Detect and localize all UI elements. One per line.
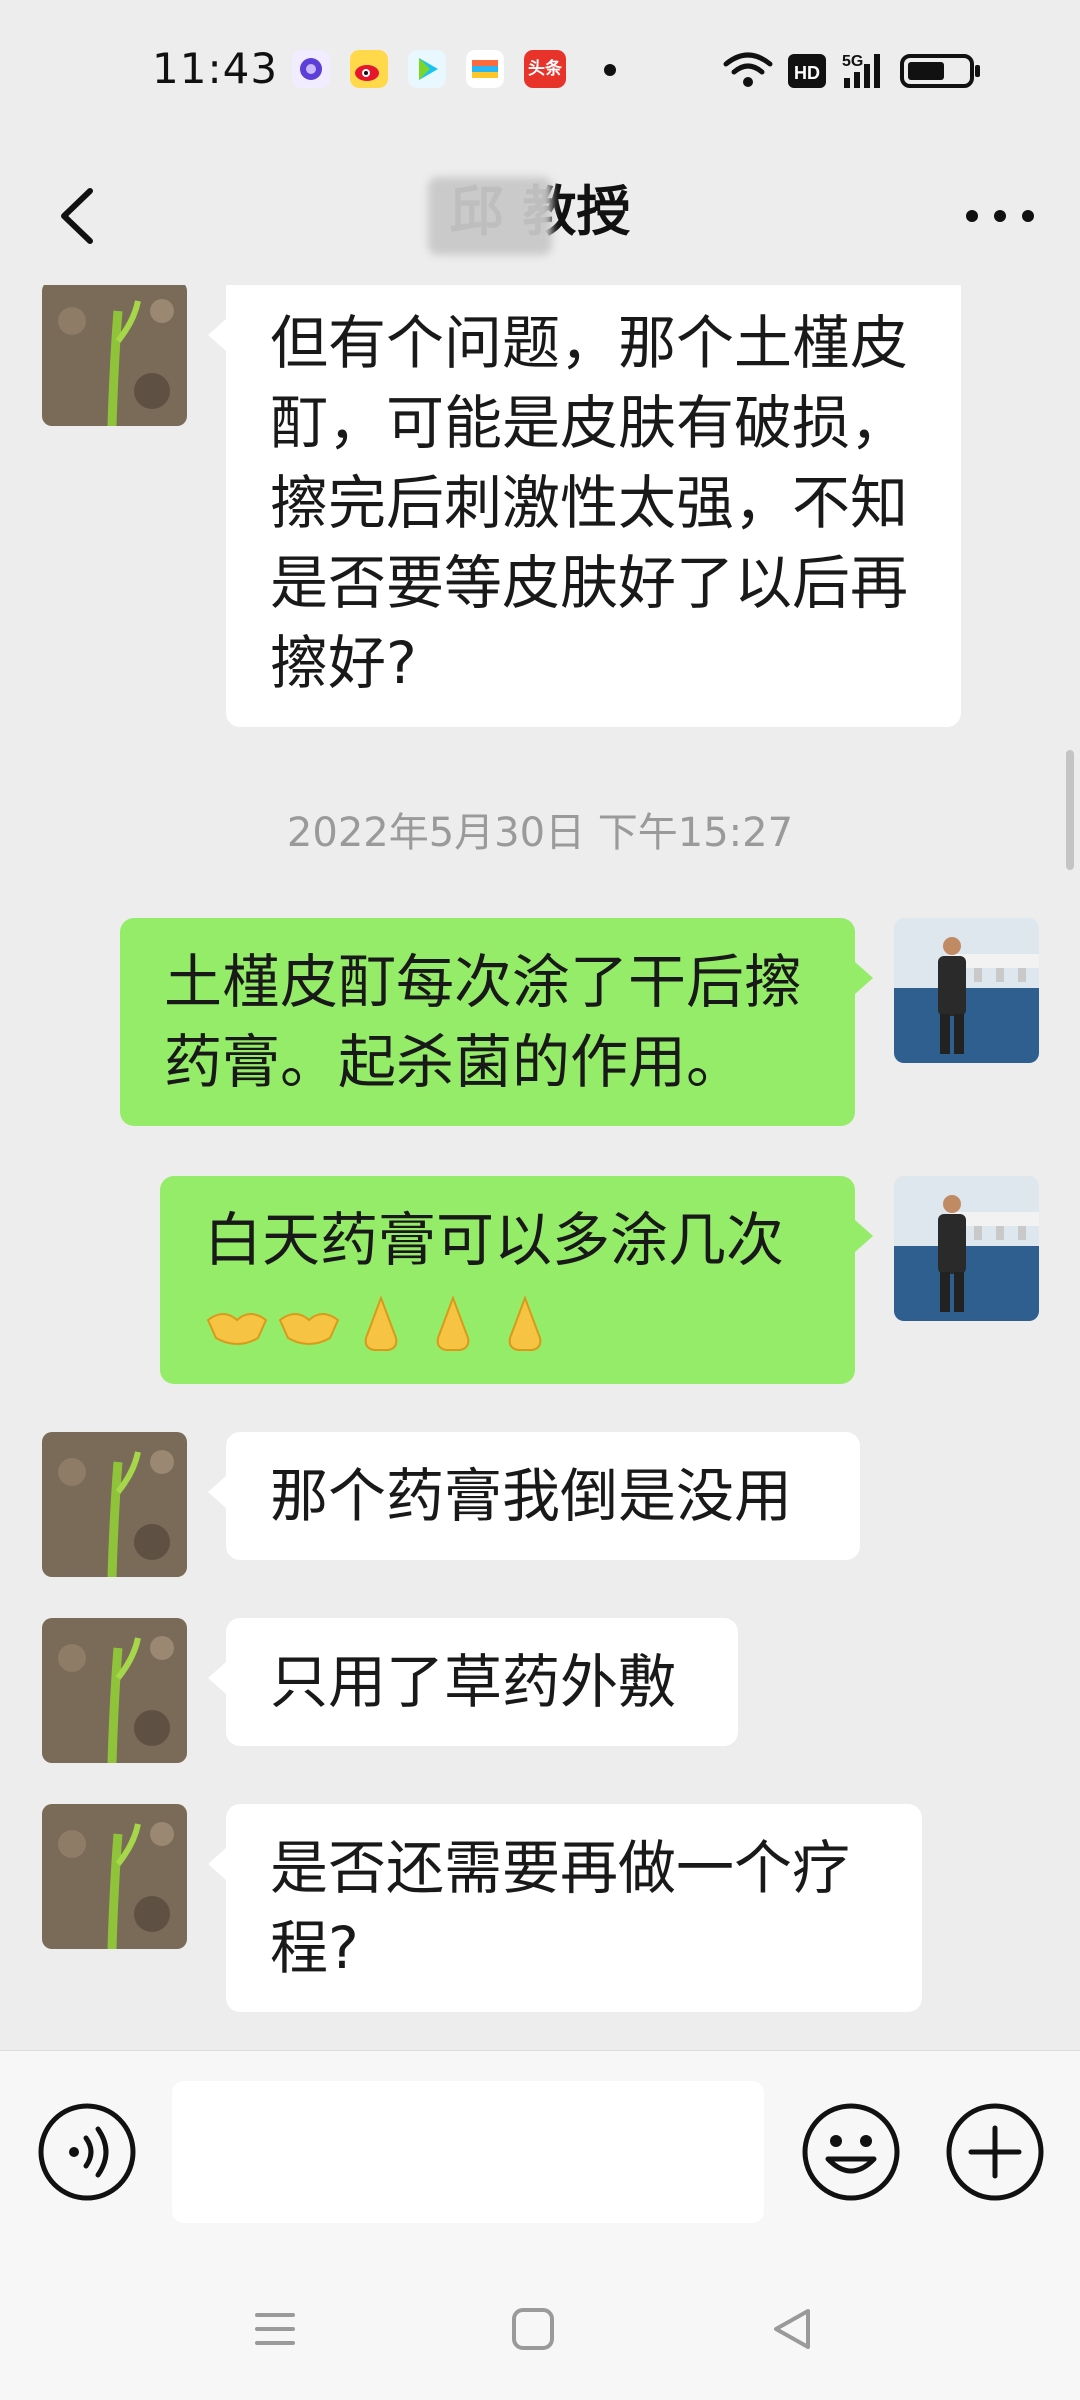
sprout-photo bbox=[42, 1804, 187, 1949]
chat-title: 邱 教授 bbox=[0, 167, 1080, 255]
sprout-photo bbox=[42, 1618, 187, 1763]
handshake-emoji bbox=[206, 1312, 268, 1345]
home-icon[interactable] bbox=[502, 2301, 562, 2357]
lake-portrait-photo bbox=[894, 1176, 1039, 1321]
message-bubble-outgoing[interactable]: 土槿皮酊每次涂了干后擦药膏。起杀菌的作用。 bbox=[120, 918, 873, 1126]
contact-avatar[interactable] bbox=[42, 1618, 187, 1763]
clock: 11:43 bbox=[152, 44, 279, 93]
recent-apps-icon[interactable] bbox=[245, 2301, 305, 2357]
toutiao-icon: 头条 bbox=[524, 50, 566, 88]
purple-app-icon bbox=[292, 50, 330, 88]
folded-hands-emoji bbox=[436, 1295, 470, 1351]
message-text: 是否还需要再做一个疗程? bbox=[270, 1834, 851, 1982]
message-text: 白天药膏可以多涂几次 bbox=[204, 1206, 785, 1274]
5g-label: 5G bbox=[842, 53, 863, 70]
more-notifications-dot bbox=[604, 64, 616, 76]
message-text: 那个药膏我倒是没用 bbox=[270, 1462, 793, 1530]
system-status-icons: HD 5G bbox=[723, 52, 980, 88]
message-text: 只用了草药外敷 bbox=[270, 1648, 677, 1716]
handshake-emoji bbox=[278, 1312, 340, 1345]
my-avatar[interactable] bbox=[894, 918, 1039, 1063]
message-bubble-incoming[interactable]: 但有个问题，那个土槿皮酊，可能是皮肤有破损，擦完后刺激性太强，不知是否要等皮肤好… bbox=[208, 285, 961, 727]
status-bar: 11:43 头条 HD 5G bbox=[0, 0, 1080, 145]
back-triangle-icon[interactable] bbox=[762, 2301, 822, 2357]
folded-hands-emoji bbox=[364, 1295, 398, 1351]
more-options-icon[interactable] bbox=[950, 171, 1050, 261]
message-text: 土槿皮酊每次涂了干后擦药膏。起杀菌的作用。 bbox=[164, 948, 803, 1096]
hd-label: HD bbox=[794, 63, 820, 83]
message-text: 但有个问题，那个土槿皮酊，可能是皮肤有破损，擦完后刺激性太强，不知是否要等皮肤好… bbox=[270, 309, 909, 697]
folded-hands-emoji bbox=[508, 1295, 542, 1351]
contact-avatar[interactable] bbox=[42, 1804, 187, 1949]
battery-icon bbox=[900, 54, 980, 88]
chat-header: 邱 教授 bbox=[0, 145, 1080, 285]
message-bubble-incoming[interactable]: 那个药膏我倒是没用 bbox=[208, 1432, 860, 1560]
message-bubble-outgoing[interactable]: 白天药膏可以多涂几次 bbox=[160, 1176, 873, 1384]
system-navigation-bar bbox=[0, 2255, 1080, 2400]
input-bar bbox=[0, 2050, 1080, 2256]
redaction-blur bbox=[428, 177, 552, 255]
sprout-photo bbox=[42, 285, 187, 426]
video-app-icon bbox=[408, 50, 446, 88]
message-timestamp: 2022年5月30日 下午15:27 bbox=[286, 810, 794, 856]
voice-input-icon[interactable] bbox=[36, 2101, 138, 2203]
my-avatar[interactable] bbox=[894, 1176, 1039, 1321]
lake-portrait-photo bbox=[894, 918, 1039, 1063]
scrollbar[interactable] bbox=[1066, 750, 1074, 870]
message-bubble-incoming[interactable]: 只用了草药外敷 bbox=[208, 1618, 738, 1746]
weibo-icon bbox=[350, 50, 388, 88]
sprout-photo bbox=[42, 1432, 187, 1577]
emoji-icon[interactable] bbox=[800, 2101, 902, 2203]
message-input[interactable] bbox=[172, 2081, 764, 2223]
message-bubble-incoming[interactable]: 是否还需要再做一个疗程? bbox=[208, 1804, 922, 2012]
add-more-icon[interactable] bbox=[944, 2101, 1046, 2203]
wallet-app-icon bbox=[466, 50, 504, 88]
message-list[interactable]: 但有个问题，那个土槿皮酊，可能是皮肤有破损，擦完后刺激性太强，不知是否要等皮肤好… bbox=[0, 285, 1080, 2050]
wifi-icon bbox=[723, 52, 773, 87]
contact-avatar[interactable] bbox=[42, 1432, 187, 1577]
contact-avatar[interactable] bbox=[42, 285, 187, 426]
